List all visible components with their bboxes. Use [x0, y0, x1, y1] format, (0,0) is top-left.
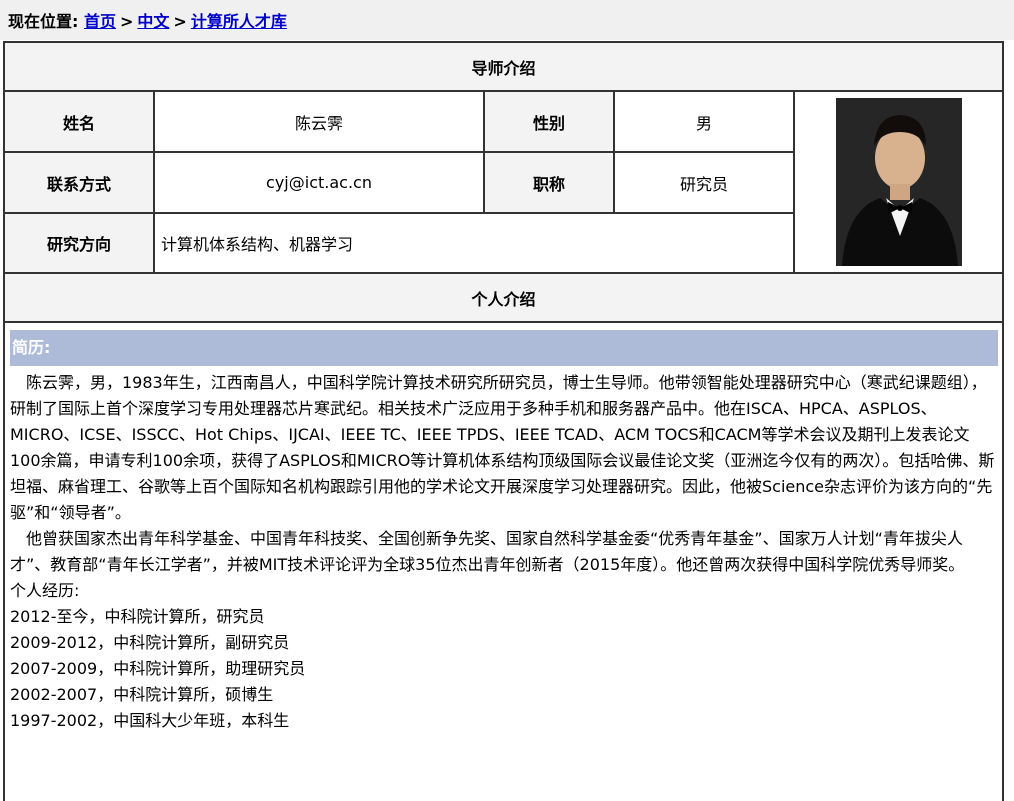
bio-paragraph-1: 陈云霁，男，1983年生，江西南昌人，中国科学院计算技术研究所研究员，博士生导师… [10, 373, 995, 522]
breadcrumb-link-chinese[interactable]: 中文 [137, 12, 169, 31]
section-title-personal: 个人介绍 [3, 272, 1004, 323]
gender-label: 性别 [483, 90, 615, 153]
experience-item: 2007-2009，中科院计算所，助理研究员 [10, 659, 306, 678]
experience-heading: 个人经历: [10, 581, 80, 600]
experience-item: 2002-2007，中科院计算所，硕博生 [10, 685, 274, 704]
title-value: 研究员 [613, 151, 795, 214]
breadcrumb-link-talent[interactable]: 计算所人才库 [191, 12, 287, 31]
breadcrumb-separator: > [120, 12, 134, 31]
breadcrumb-link-home[interactable]: 首页 [84, 12, 116, 31]
gender-value: 男 [613, 90, 795, 153]
research-label: 研究方向 [3, 212, 155, 274]
experience-item: 2009-2012，中科院计算所，副研究员 [10, 633, 290, 652]
name-label: 姓名 [3, 90, 155, 153]
breadcrumb-prefix: 现在位置: [8, 12, 79, 31]
photo-cell [793, 90, 1004, 274]
title-label: 职称 [483, 151, 615, 214]
advisor-photo [835, 98, 962, 266]
bio-paragraph-2: 他曾获国家杰出青年科学基金、中国青年科技奖、全国创新争先奖、国家自然科学基金委“… [10, 529, 965, 574]
research-value: 计算机体系结构、机器学习 [153, 212, 795, 274]
breadcrumb: 现在位置: 首页 > 中文 > 计算所人才库 [0, 0, 1014, 40]
personal-intro: 简历: 陈云霁，男，1983年生，江西南昌人，中国科学院计算技术研究所研究员，博… [10, 330, 998, 734]
experience-item: 2012-至今，中科院计算所，研究员 [10, 607, 265, 626]
resume-heading: 简历: [10, 330, 998, 366]
section-title-advisor: 导师介绍 [3, 41, 1004, 92]
portrait-icon [835, 98, 962, 266]
email-value: cyj@ict.ac.cn [153, 151, 485, 214]
breadcrumb-separator: > [173, 12, 187, 31]
experience-item: 1997-2002，中国科大少年班，本科生 [10, 711, 290, 730]
name-value: 陈云霁 [153, 90, 485, 153]
contact-label: 联系方式 [3, 151, 155, 214]
